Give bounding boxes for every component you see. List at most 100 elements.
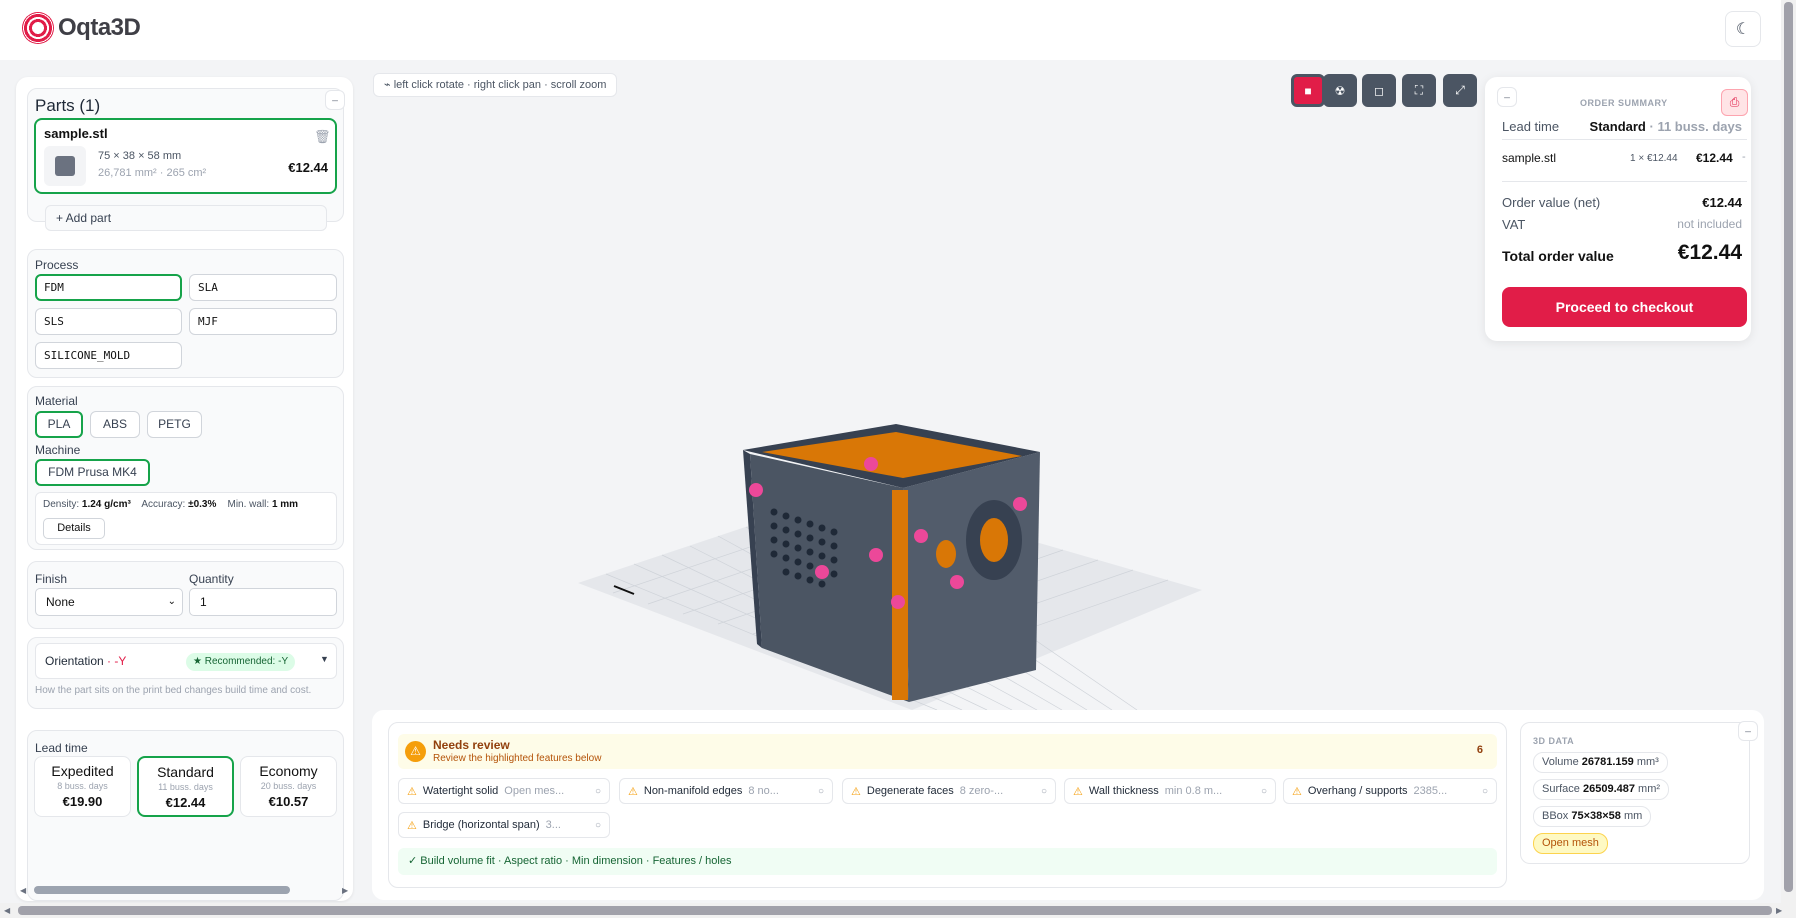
circle-icon: ○ xyxy=(594,785,601,797)
process-option-mjf[interactable]: MJF xyxy=(189,308,337,335)
scroll-left-icon[interactable]: ◀ xyxy=(20,886,26,895)
issue-overhang[interactable]: ⚠ Overhang / supports 2385... ○ xyxy=(1283,778,1497,804)
total-label: Total order value xyxy=(1502,248,1614,264)
issue-name: Degenerate faces xyxy=(866,785,954,797)
line-item-remove[interactable]: - xyxy=(1742,151,1746,163)
material-option-abs[interactable]: ABS xyxy=(90,411,140,438)
details-button[interactable]: Details xyxy=(43,518,105,539)
net-label: Order value (net) xyxy=(1502,195,1601,210)
solid-view-button[interactable]: ■ xyxy=(1291,74,1325,107)
fullscreen-button[interactable]: ⤢ xyxy=(1443,74,1477,107)
process-option-silicone-mold[interactable]: SILICONE_MOLD xyxy=(35,342,182,369)
process-option-sla[interactable]: SLA xyxy=(189,274,337,301)
surface-value: 26509.487 xyxy=(1582,783,1635,795)
issue-watertight[interactable]: ⚠ Watertight solid Open mes... ○ xyxy=(398,778,610,804)
volume-pill: Volume 26781.159 mm³ xyxy=(1533,752,1668,773)
checkout-button[interactable]: Proceed to checkout xyxy=(1502,287,1747,327)
panel-horizontal-scrollbar[interactable]: ◀ ▶ xyxy=(16,882,353,898)
lead-time-level: Standard xyxy=(1589,119,1646,134)
scroll-right-icon[interactable]: ▶ xyxy=(1776,906,1782,915)
leadtime-days: 8 buss. days xyxy=(57,781,108,791)
issue-desc: Open mes... xyxy=(504,785,565,797)
orientation-label: Orientation xyxy=(45,654,104,668)
mouse-icon: ⌁ xyxy=(384,79,394,91)
vertical-scrollbar-thumb[interactable] xyxy=(1784,2,1793,892)
warning-icon: ⚠ xyxy=(1292,785,1302,798)
parts-card: Parts (1) _ sample.stl 🗑 75 × 38 × 58 mm… xyxy=(27,88,345,231)
warning-icon: ⚠ xyxy=(407,785,417,798)
warning-icon: ⚠ xyxy=(851,785,861,798)
finish-select[interactable]: None ⌄ xyxy=(35,588,183,616)
parts-collapse-button[interactable]: _ xyxy=(325,90,345,110)
add-part-button[interactable]: + Add part xyxy=(45,205,327,231)
process-option-fdm[interactable]: FDM xyxy=(35,274,182,301)
warning-icon: ⚠ xyxy=(628,785,638,798)
issue-non-manifold[interactable]: ⚠ Non-manifold edges 8 no... ○ xyxy=(619,778,833,804)
data3d-collapse-button[interactable]: _ xyxy=(1738,721,1758,741)
process-option-sls[interactable]: SLS xyxy=(35,308,182,335)
finish-quantity-card: Finish None ⌄ Quantity 1 xyxy=(27,561,344,629)
surface-label: Surface xyxy=(1542,783,1580,795)
material-option-pla[interactable]: PLA xyxy=(35,411,83,438)
process-card: Process FDM SLA SLS MJF SILICONE_MOLD xyxy=(27,249,344,378)
theme-toggle-button[interactable]: ☾ xyxy=(1725,11,1761,47)
warning-icon: ⚠ xyxy=(407,819,417,832)
viewer-hint: ⌁ left click rotate · right click pan · … xyxy=(373,73,618,97)
orientation-select[interactable]: Orientation · -Y ★ Recommended: -Y ▼ xyxy=(35,643,337,679)
scroll-left-icon[interactable]: ◀ xyxy=(4,906,10,915)
scrollbar-thumb[interactable] xyxy=(34,886,290,894)
logo[interactable]: Oqta3D xyxy=(22,12,141,44)
box-view-button[interactable]: ◻ xyxy=(1362,74,1396,107)
model-side-hole xyxy=(936,540,956,568)
density-label: Density: xyxy=(43,499,80,510)
order-title: ORDER SUMMARY xyxy=(1580,98,1668,108)
open-mesh-badge: Open mesh xyxy=(1533,833,1608,854)
issue-count: 6 xyxy=(1476,744,1483,756)
line-item-price: €12.44 xyxy=(1696,151,1733,165)
machine-title: Machine xyxy=(35,443,81,457)
specs-line: Density: 1.24 g/cm³ Accuracy: ±0.3% Min.… xyxy=(43,499,298,510)
review-subtitle: Review the highlighted features below xyxy=(433,753,602,764)
trash-icon[interactable]: 🗑 xyxy=(314,129,331,145)
issue-name: Bridge (horizontal span) xyxy=(422,819,540,831)
horizontal-scrollbar-thumb[interactable] xyxy=(18,906,1772,915)
expand-icon: ⤢ xyxy=(1455,83,1465,97)
file-pdf-icon: ⎙ xyxy=(1729,95,1740,109)
box-icon: ◻ xyxy=(1374,83,1384,98)
quantity-input[interactable]: 1 xyxy=(189,588,337,616)
leadtime-option-economy[interactable]: Economy 20 buss. days €10.57 xyxy=(240,756,337,817)
material-option-petg[interactable]: PETG xyxy=(147,411,202,438)
leadtime-option-expedited[interactable]: Expedited 8 buss. days €19.90 xyxy=(34,756,131,817)
part-dims: 75 × 38 × 58 mm xyxy=(98,150,182,162)
finish-title: Finish xyxy=(35,572,68,586)
line-item-name: sample.stl xyxy=(1502,151,1557,165)
vat-label: VAT xyxy=(1502,217,1526,232)
vertical-scrollbar[interactable] xyxy=(1781,0,1796,903)
issue-name: Overhang / supports xyxy=(1307,785,1408,797)
scroll-right-icon[interactable]: ▶ xyxy=(342,886,348,895)
logo-icon xyxy=(22,12,54,44)
issue-bridge[interactable]: ⚠ Bridge (horizontal span) 3... ○ xyxy=(398,812,610,838)
part-item[interactable]: sample.stl 🗑 75 × 38 × 58 mm 26,781 mm² … xyxy=(34,118,337,194)
part-name: sample.stl xyxy=(44,126,108,141)
issue-wall-thickness[interactable]: ⚠ Wall thickness min 0.8 m... ○ xyxy=(1064,778,1276,804)
machine-option-prusa-mk4[interactable]: FDM Prusa MK4 xyxy=(35,459,150,486)
fit-view-button[interactable]: ⛶ xyxy=(1402,74,1436,107)
model-front-face xyxy=(750,454,909,702)
leadtime-option-standard[interactable]: Standard 11 buss. days €12.44 xyxy=(137,756,234,817)
bbox-pill: BBox 75×38×58 mm xyxy=(1533,806,1652,827)
surface-unit: mm² xyxy=(1638,783,1661,795)
leadtime-price: €19.90 xyxy=(62,794,103,809)
config-panel: Parts (1) _ sample.stl 🗑 75 × 38 × 58 mm… xyxy=(16,77,353,901)
orientation-value: -Y xyxy=(114,654,127,668)
part-stats: 26,781 mm² · 265 cm² xyxy=(98,167,207,179)
model-corner-strip xyxy=(892,490,908,700)
issue-desc: 8 zero-... xyxy=(959,785,1004,797)
model-port-hole xyxy=(980,518,1008,562)
horizontal-scrollbar[interactable]: ◀ ▶ xyxy=(0,903,1796,918)
order-collapse-button[interactable]: _ xyxy=(1497,87,1517,107)
issue-degenerate-faces[interactable]: ⚠ Degenerate faces 8 zero-... ○ xyxy=(842,778,1056,804)
issues-view-button[interactable]: ☢ xyxy=(1323,74,1357,107)
volume-value: 26781.159 xyxy=(1581,756,1634,768)
download-pdf-button[interactable]: ⎙ xyxy=(1721,89,1748,116)
